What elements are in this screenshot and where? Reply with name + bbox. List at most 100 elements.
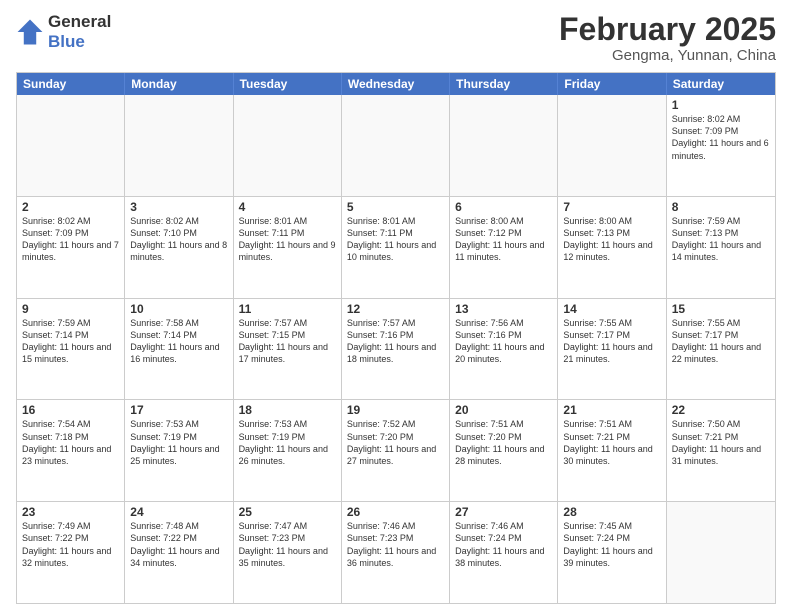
- calendar-cell-0-6: 1Sunrise: 8:02 AM Sunset: 7:09 PM Daylig…: [667, 95, 775, 196]
- cell-info: Sunrise: 7:50 AM Sunset: 7:21 PM Dayligh…: [672, 418, 770, 467]
- day-number: 21: [563, 403, 660, 417]
- logo: General Blue: [16, 12, 111, 51]
- calendar-cell-4-1: 24Sunrise: 7:48 AM Sunset: 7:22 PM Dayli…: [125, 502, 233, 603]
- calendar-cell-3-2: 18Sunrise: 7:53 AM Sunset: 7:19 PM Dayli…: [234, 400, 342, 501]
- cell-info: Sunrise: 7:45 AM Sunset: 7:24 PM Dayligh…: [563, 520, 660, 569]
- calendar: SundayMondayTuesdayWednesdayThursdayFrid…: [16, 72, 776, 604]
- cell-info: Sunrise: 7:51 AM Sunset: 7:21 PM Dayligh…: [563, 418, 660, 467]
- day-number: 25: [239, 505, 336, 519]
- logo-icon: [16, 18, 44, 46]
- calendar-row-4: 23Sunrise: 7:49 AM Sunset: 7:22 PM Dayli…: [17, 502, 775, 603]
- cell-info: Sunrise: 7:54 AM Sunset: 7:18 PM Dayligh…: [22, 418, 119, 467]
- day-number: 26: [347, 505, 444, 519]
- calendar-cell-3-3: 19Sunrise: 7:52 AM Sunset: 7:20 PM Dayli…: [342, 400, 450, 501]
- cell-info: Sunrise: 7:58 AM Sunset: 7:14 PM Dayligh…: [130, 317, 227, 366]
- day-number: 3: [130, 200, 227, 214]
- month-title: February 2025: [559, 12, 776, 47]
- day-number: 2: [22, 200, 119, 214]
- cell-info: Sunrise: 7:48 AM Sunset: 7:22 PM Dayligh…: [130, 520, 227, 569]
- day-number: 14: [563, 302, 660, 316]
- calendar-cell-4-0: 23Sunrise: 7:49 AM Sunset: 7:22 PM Dayli…: [17, 502, 125, 603]
- day-number: 28: [563, 505, 660, 519]
- cell-info: Sunrise: 7:53 AM Sunset: 7:19 PM Dayligh…: [130, 418, 227, 467]
- header: General Blue February 2025 Gengma, Yunna…: [16, 12, 776, 64]
- calendar-cell-1-0: 2Sunrise: 8:02 AM Sunset: 7:09 PM Daylig…: [17, 197, 125, 298]
- location: Gengma, Yunnan, China: [559, 47, 776, 64]
- calendar-cell-1-2: 4Sunrise: 8:01 AM Sunset: 7:11 PM Daylig…: [234, 197, 342, 298]
- calendar-cell-0-4: [450, 95, 558, 196]
- calendar-cell-4-2: 25Sunrise: 7:47 AM Sunset: 7:23 PM Dayli…: [234, 502, 342, 603]
- cell-info: Sunrise: 7:56 AM Sunset: 7:16 PM Dayligh…: [455, 317, 552, 366]
- calendar-cell-0-0: [17, 95, 125, 196]
- calendar-cell-2-2: 11Sunrise: 7:57 AM Sunset: 7:15 PM Dayli…: [234, 299, 342, 400]
- cell-info: Sunrise: 8:02 AM Sunset: 7:09 PM Dayligh…: [22, 215, 119, 264]
- calendar-cell-0-3: [342, 95, 450, 196]
- calendar-cell-4-4: 27Sunrise: 7:46 AM Sunset: 7:24 PM Dayli…: [450, 502, 558, 603]
- cell-info: Sunrise: 7:53 AM Sunset: 7:19 PM Dayligh…: [239, 418, 336, 467]
- calendar-cell-1-1: 3Sunrise: 8:02 AM Sunset: 7:10 PM Daylig…: [125, 197, 233, 298]
- day-number: 10: [130, 302, 227, 316]
- calendar-cell-0-5: [558, 95, 666, 196]
- cell-info: Sunrise: 8:01 AM Sunset: 7:11 PM Dayligh…: [239, 215, 336, 264]
- day-number: 12: [347, 302, 444, 316]
- calendar-cell-2-6: 15Sunrise: 7:55 AM Sunset: 7:17 PM Dayli…: [667, 299, 775, 400]
- day-number: 8: [672, 200, 770, 214]
- calendar-row-2: 9Sunrise: 7:59 AM Sunset: 7:14 PM Daylig…: [17, 299, 775, 401]
- calendar-cell-3-0: 16Sunrise: 7:54 AM Sunset: 7:18 PM Dayli…: [17, 400, 125, 501]
- day-number: 9: [22, 302, 119, 316]
- calendar-body: 1Sunrise: 8:02 AM Sunset: 7:09 PM Daylig…: [17, 95, 775, 603]
- calendar-row-3: 16Sunrise: 7:54 AM Sunset: 7:18 PM Dayli…: [17, 400, 775, 502]
- cell-info: Sunrise: 7:57 AM Sunset: 7:16 PM Dayligh…: [347, 317, 444, 366]
- cell-info: Sunrise: 8:02 AM Sunset: 7:09 PM Dayligh…: [672, 113, 770, 162]
- day-number: 18: [239, 403, 336, 417]
- cell-info: Sunrise: 7:51 AM Sunset: 7:20 PM Dayligh…: [455, 418, 552, 467]
- day-number: 7: [563, 200, 660, 214]
- day-number: 4: [239, 200, 336, 214]
- cell-info: Sunrise: 8:00 AM Sunset: 7:12 PM Dayligh…: [455, 215, 552, 264]
- day-number: 1: [672, 98, 770, 112]
- header-day-wednesday: Wednesday: [342, 73, 450, 95]
- day-number: 27: [455, 505, 552, 519]
- calendar-cell-1-4: 6Sunrise: 8:00 AM Sunset: 7:12 PM Daylig…: [450, 197, 558, 298]
- calendar-cell-4-3: 26Sunrise: 7:46 AM Sunset: 7:23 PM Dayli…: [342, 502, 450, 603]
- cell-info: Sunrise: 7:59 AM Sunset: 7:14 PM Dayligh…: [22, 317, 119, 366]
- calendar-cell-3-4: 20Sunrise: 7:51 AM Sunset: 7:20 PM Dayli…: [450, 400, 558, 501]
- day-number: 5: [347, 200, 444, 214]
- page: General Blue February 2025 Gengma, Yunna…: [0, 0, 792, 612]
- calendar-row-0: 1Sunrise: 8:02 AM Sunset: 7:09 PM Daylig…: [17, 95, 775, 197]
- logo-text: General Blue: [48, 12, 111, 51]
- calendar-cell-3-6: 22Sunrise: 7:50 AM Sunset: 7:21 PM Dayli…: [667, 400, 775, 501]
- cell-info: Sunrise: 7:57 AM Sunset: 7:15 PM Dayligh…: [239, 317, 336, 366]
- cell-info: Sunrise: 7:46 AM Sunset: 7:23 PM Dayligh…: [347, 520, 444, 569]
- header-day-friday: Friday: [558, 73, 666, 95]
- calendar-cell-4-5: 28Sunrise: 7:45 AM Sunset: 7:24 PM Dayli…: [558, 502, 666, 603]
- cell-info: Sunrise: 8:02 AM Sunset: 7:10 PM Dayligh…: [130, 215, 227, 264]
- header-day-sunday: Sunday: [17, 73, 125, 95]
- calendar-cell-3-5: 21Sunrise: 7:51 AM Sunset: 7:21 PM Dayli…: [558, 400, 666, 501]
- calendar-cell-4-6: [667, 502, 775, 603]
- day-number: 11: [239, 302, 336, 316]
- calendar-cell-0-1: [125, 95, 233, 196]
- calendar-cell-1-6: 8Sunrise: 7:59 AM Sunset: 7:13 PM Daylig…: [667, 197, 775, 298]
- calendar-cell-1-5: 7Sunrise: 8:00 AM Sunset: 7:13 PM Daylig…: [558, 197, 666, 298]
- cell-info: Sunrise: 7:55 AM Sunset: 7:17 PM Dayligh…: [563, 317, 660, 366]
- header-day-monday: Monday: [125, 73, 233, 95]
- header-day-saturday: Saturday: [667, 73, 775, 95]
- day-number: 16: [22, 403, 119, 417]
- day-number: 6: [455, 200, 552, 214]
- calendar-cell-0-2: [234, 95, 342, 196]
- cell-info: Sunrise: 8:01 AM Sunset: 7:11 PM Dayligh…: [347, 215, 444, 264]
- day-number: 20: [455, 403, 552, 417]
- cell-info: Sunrise: 7:55 AM Sunset: 7:17 PM Dayligh…: [672, 317, 770, 366]
- cell-info: Sunrise: 7:49 AM Sunset: 7:22 PM Dayligh…: [22, 520, 119, 569]
- logo-blue: Blue: [48, 32, 111, 52]
- calendar-row-1: 2Sunrise: 8:02 AM Sunset: 7:09 PM Daylig…: [17, 197, 775, 299]
- calendar-cell-2-5: 14Sunrise: 7:55 AM Sunset: 7:17 PM Dayli…: [558, 299, 666, 400]
- day-number: 15: [672, 302, 770, 316]
- calendar-cell-1-3: 5Sunrise: 8:01 AM Sunset: 7:11 PM Daylig…: [342, 197, 450, 298]
- day-number: 17: [130, 403, 227, 417]
- calendar-cell-2-0: 9Sunrise: 7:59 AM Sunset: 7:14 PM Daylig…: [17, 299, 125, 400]
- day-number: 22: [672, 403, 770, 417]
- logo-general: General: [48, 12, 111, 32]
- cell-info: Sunrise: 8:00 AM Sunset: 7:13 PM Dayligh…: [563, 215, 660, 264]
